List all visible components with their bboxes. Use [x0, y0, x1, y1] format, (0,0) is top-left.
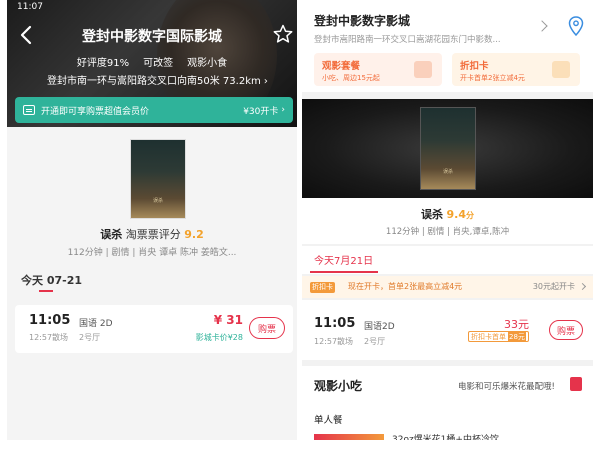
discount-card-promo[interactable]: 折扣卡 现在开卡，首单2张最高立减4元 30元起开卡: [302, 276, 593, 298]
favorite-star-icon[interactable]: [273, 24, 293, 44]
promo-text: 现在开卡，首单2张最高立减4元: [348, 282, 463, 291]
snack-package-box[interactable]: 观影套餐 小吃、周边15元起: [314, 53, 442, 86]
card-price-label: 折扣卡首单: [471, 333, 506, 341]
movie-title: 误杀: [421, 208, 443, 221]
date-tab-today[interactable]: 今天7月21日: [314, 252, 373, 267]
poster-title: 误杀: [152, 198, 163, 204]
buy-ticket-button[interactable]: 购票: [549, 320, 583, 340]
vip-price: ¥30开卡: [243, 106, 279, 117]
movie-title: 误杀: [100, 228, 123, 241]
cinema-title: 登封中影数字国际影城: [82, 29, 222, 45]
snack-package-subtitle: 小吃、周边15元起: [322, 74, 380, 82]
showtime-start: 11:05: [314, 316, 356, 331]
showtime-card[interactable]: 11:05 12:57散场 国语2D 2号厅 33元 折扣卡首单 28元 购票: [302, 300, 593, 360]
rating-unit: 分: [466, 211, 474, 220]
tag-rating: 好评度91%: [76, 58, 130, 69]
tag-refund: 可改签: [143, 58, 174, 69]
cola-icon: [570, 377, 582, 391]
showtime-language: 国语 2D: [79, 319, 113, 329]
cinema-address-row[interactable]: 登封市南一环与嵩阳路交叉口向南50米 73.2km ›: [47, 72, 268, 87]
left-app-screen: 11:07 登封中影数字国际影城 好评度91% 可改签 观影小食 登封市南一环与…: [7, 0, 297, 440]
location-pin-icon[interactable]: [568, 16, 584, 36]
showtime-card[interactable]: 11:05 12:57散场 国语 2D 2号厅 ¥ 31 影城卡价¥28 购票: [15, 305, 293, 353]
cinema-address[interactable]: 登封市嵩阳路南一环交叉口嵩湖花园东门中影数...: [314, 33, 529, 45]
chevron-right-icon: [578, 282, 587, 291]
showtime-card-price: 影城卡价¥28: [195, 333, 243, 342]
promo-tag: 折扣卡: [310, 282, 335, 293]
snack-item-image[interactable]: [314, 434, 384, 440]
snack-section-title: 观影小吃: [314, 379, 363, 393]
movie-info: 112分钟 | 剧情 | 肖央,谭卓,陈冲: [385, 227, 510, 237]
snack-item-title[interactable]: 32oz爆米花1桶+中杯冷饮: [392, 432, 499, 440]
snack-package-title: 观影套餐: [322, 61, 361, 72]
promo-cta: 30元起开卡: [532, 282, 575, 291]
discount-card-title: 折扣卡: [460, 61, 489, 72]
discount-card-box[interactable]: 折扣卡 开卡首单2张立减4元: [452, 53, 580, 86]
showtime-hall: 2号厅: [364, 337, 386, 346]
cinema-distance: 73.2km: [222, 76, 261, 87]
cinema-address: 登封市南一环与嵩阳路交叉口向南50米: [47, 76, 220, 87]
poster-title: 误杀: [442, 169, 453, 175]
card-price-value: 28元: [508, 332, 526, 341]
chevron-right-icon: ›: [263, 76, 268, 87]
rating-label: 淘票票评分: [125, 228, 181, 241]
right-app-screen: 登封中影数字影城 登封市嵩阳路南一环交叉口嵩湖花园东门中影数... 观影套餐 小…: [302, 0, 593, 440]
showtime-price: 33元: [504, 318, 529, 331]
showtime-end: 12:57散场: [29, 333, 69, 342]
showtime-hall: 2号厅: [79, 333, 101, 342]
showtime-card-price: 折扣卡首单 28元: [468, 331, 529, 342]
buy-ticket-button[interactable]: 购票: [249, 317, 285, 339]
discount-card-subtitle: 开卡首单2张立减4元: [460, 74, 525, 82]
popcorn-icon: [414, 61, 432, 78]
single-meal-label: 单人餐: [314, 415, 343, 426]
tag-snacks: 观影小食: [187, 58, 228, 69]
snack-section-desc: 电影和可乐爆米花最配哦!: [458, 382, 555, 392]
movie-poster[interactable]: 误杀: [130, 139, 186, 219]
vip-text: 开通即可享购票超值会员价: [41, 106, 150, 117]
showtime-end: 12:57散场: [314, 337, 354, 346]
vip-card-banner[interactable]: 开通即可享购票超值会员价 ¥30开卡 ›: [15, 97, 293, 123]
movie-title-row: 误杀 9.4分: [302, 206, 593, 222]
movie-poster[interactable]: 误杀: [420, 107, 476, 190]
card-icon: [552, 61, 570, 78]
date-tab-indicator: [310, 271, 378, 273]
cinema-tags: 好评度91% 可改签 观影小食: [7, 54, 297, 69]
date-tab-today[interactable]: 今天 07-21: [21, 272, 82, 288]
date-tab-indicator: [39, 290, 53, 292]
status-bar-time: 11:07: [17, 2, 43, 12]
showtime-start: 11:05: [29, 313, 71, 328]
showtime-language: 国语2D: [364, 322, 395, 332]
comparison-screenshot: 11:07 登封中影数字国际影城 好评度91% 可改签 观影小食 登封市南一环与…: [0, 0, 600, 450]
movie-rating: 9.2: [184, 228, 204, 241]
card-icon: [23, 105, 35, 115]
showtime-price: ¥ 31: [213, 313, 243, 327]
chevron-right-icon: ›: [281, 105, 285, 115]
movie-title-row: 误杀 淘票票评分 9.2: [7, 226, 297, 242]
movie-rating: 9.4: [446, 208, 467, 221]
movie-info: 112分钟 | 剧情 | 肖央 谭卓 陈冲 姜皓文...: [67, 248, 237, 258]
cinema-title: 登封中影数字影城: [314, 14, 411, 28]
